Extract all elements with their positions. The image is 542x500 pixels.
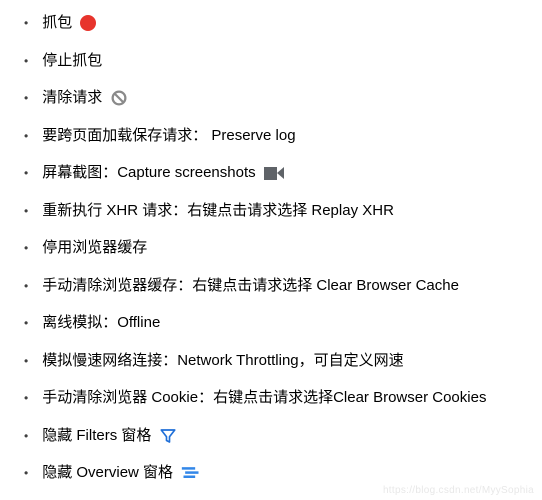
item-text: 隐藏 Filters 窗格	[42, 425, 151, 448]
bullet: •	[24, 239, 28, 257]
bullet: •	[24, 89, 28, 107]
item-text: 屏幕截图：Capture screenshots	[42, 162, 255, 185]
list-item: • 离线模拟：Offline	[24, 312, 530, 335]
list-item: • 要跨页面加载保存请求： Preserve log	[24, 125, 530, 148]
record-icon	[80, 15, 96, 31]
list-item: • 重新执行 XHR 请求：右键点击请求选择 Replay XHR	[24, 200, 530, 223]
item-text: 重新执行 XHR 请求：右键点击请求选择 Replay XHR	[42, 200, 394, 223]
item-text: 手动清除浏览器 Cookie：右键点击请求选择Clear Browser Coo…	[42, 387, 486, 410]
bullet: •	[24, 52, 28, 70]
list-item: • 手动清除浏览器缓存：右键点击请求选择 Clear Browser Cache	[24, 275, 530, 298]
bullet: •	[24, 427, 28, 445]
bullet: •	[24, 14, 28, 32]
list-item: • 停止抓包	[24, 50, 530, 73]
list-item: • 隐藏 Overview 窗格	[24, 462, 530, 485]
item-text: 手动清除浏览器缓存：右键点击请求选择 Clear Browser Cache	[42, 275, 459, 298]
list-item: • 停用浏览器缓存	[24, 237, 530, 260]
list-item: • 屏幕截图：Capture screenshots	[24, 162, 530, 185]
list-item: • 清除请求	[24, 87, 530, 110]
item-text: 模拟慢速网络连接：Network Throttling，可自定义网速	[42, 350, 403, 373]
item-text: 隐藏 Overview 窗格	[42, 462, 173, 485]
item-text: 离线模拟：Offline	[42, 312, 160, 335]
watermark: https://blog.csdn.net/MyySophia	[383, 485, 534, 496]
item-text: 抓包	[42, 12, 72, 35]
filter-icon	[159, 427, 177, 445]
overview-icon	[181, 466, 201, 480]
list-item: • 抓包	[24, 12, 530, 35]
ban-icon	[110, 89, 128, 107]
camera-icon	[264, 167, 284, 180]
bullet: •	[24, 389, 28, 407]
bullet: •	[24, 127, 28, 145]
list-item: • 隐藏 Filters 窗格	[24, 425, 530, 448]
item-text: 停用浏览器缓存	[42, 237, 147, 260]
item-text: 要跨页面加载保存请求： Preserve log	[42, 125, 295, 148]
item-text: 清除请求	[42, 87, 102, 110]
bullet: •	[24, 202, 28, 220]
item-text: 停止抓包	[42, 50, 102, 73]
feature-list: • 抓包 • 停止抓包 • 清除请求 • 要跨页面加载保存请求： Preserv…	[24, 12, 530, 485]
bullet: •	[24, 464, 28, 482]
list-item: • 手动清除浏览器 Cookie：右键点击请求选择Clear Browser C…	[24, 387, 530, 410]
bullet: •	[24, 314, 28, 332]
bullet: •	[24, 277, 28, 295]
bullet: •	[24, 352, 28, 370]
bullet: •	[24, 164, 28, 182]
list-item: • 模拟慢速网络连接：Network Throttling，可自定义网速	[24, 350, 530, 373]
